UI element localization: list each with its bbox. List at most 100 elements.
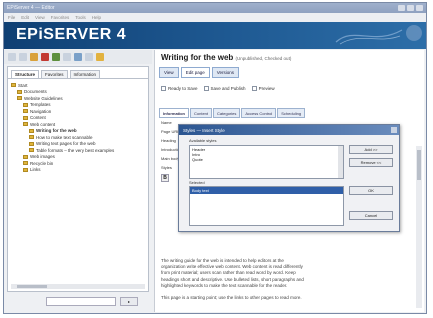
tree-node-label: Recycle bin: [30, 160, 54, 166]
property-tabs: Information Content Categories Access Co…: [159, 108, 306, 118]
selected-styles-label: Selected: [189, 180, 205, 185]
folder-icon: [11, 83, 16, 88]
folder-icon: [17, 89, 22, 94]
folder-icon: [23, 167, 28, 172]
tree-search-input[interactable]: [46, 297, 116, 306]
tab-information[interactable]: Information: [69, 70, 101, 78]
bold-button[interactable]: B: [161, 174, 169, 182]
tab-content[interactable]: Content: [190, 108, 213, 118]
tab-access-control[interactable]: Access Control: [241, 108, 277, 118]
close-icon[interactable]: [416, 5, 423, 11]
move-icon[interactable]: [63, 53, 71, 61]
tree-node-label: Content: [30, 115, 46, 121]
ready-to-save-checkbox[interactable]: Ready to Save: [161, 86, 198, 92]
tree-horizontal-scrollbar[interactable]: [11, 284, 145, 289]
styles-dialog: Styles — Insert Style Available styles H…: [178, 124, 400, 232]
new-page-icon[interactable]: [30, 53, 38, 61]
minimize-icon[interactable]: [398, 5, 405, 11]
tab-view[interactable]: View: [159, 67, 179, 78]
add-style-button[interactable]: Add >>: [349, 145, 393, 154]
tree-node-label: Web images: [30, 154, 55, 160]
browser-window: EPiServer 4 — Editor File Edit View Favo…: [3, 2, 427, 314]
list-scrollbar[interactable]: [338, 146, 343, 178]
folder-icon: [23, 122, 28, 127]
tab-information[interactable]: Information: [159, 108, 189, 118]
folder-icon: [29, 128, 34, 133]
menu-tools[interactable]: Tools: [75, 15, 86, 20]
tree-node-label: Navigation: [30, 108, 52, 114]
list-item[interactable]: Body text: [190, 187, 343, 194]
tree-node-label: Website Guidelines: [24, 95, 63, 101]
selected-styles-list[interactable]: Body text: [189, 186, 344, 226]
window-titlebar: EPiServer 4 — Editor: [4, 3, 426, 13]
tab-edit-page[interactable]: Edit page: [180, 67, 210, 78]
folder-icon: [23, 154, 28, 159]
page-tree: Start Documents Website Guidelines Template…: [8, 78, 148, 176]
tab-favorites[interactable]: Favorites: [41, 70, 68, 78]
page-tree-panel: Structure Favorites Information Start Doc…: [7, 66, 149, 292]
main-tabs: View Edit page Versions: [159, 67, 239, 78]
forward-icon[interactable]: [19, 53, 27, 61]
menu-file[interactable]: File: [8, 15, 15, 20]
banner-swirl-decoration: [335, 29, 403, 45]
header-banner: EPiSERVER 4: [4, 22, 426, 49]
tab-structure[interactable]: Structure: [11, 70, 40, 78]
copy-icon[interactable]: [52, 53, 60, 61]
window-controls: [398, 5, 426, 11]
folder-icon: [23, 102, 28, 107]
available-styles-label: Available styles: [189, 138, 217, 143]
save-and-publish-checkbox[interactable]: Save and Publish: [203, 86, 246, 92]
back-icon[interactable]: [8, 53, 16, 61]
delete-icon[interactable]: [41, 53, 49, 61]
window-title: EPiServer 4 — Editor: [7, 5, 55, 11]
tab-versions[interactable]: Versions: [211, 67, 239, 78]
menu-edit[interactable]: Edit: [21, 15, 29, 20]
cancel-button[interactable]: Cancel: [349, 211, 393, 220]
tree-toolbar: [4, 50, 152, 64]
preview-checkbox[interactable]: Preview: [251, 86, 275, 92]
publish-options: Ready to Save Save and Publish Preview: [161, 86, 275, 92]
search-icon[interactable]: [85, 53, 93, 61]
dialog-close-icon[interactable]: [391, 127, 397, 133]
tab-scheduling[interactable]: Scheduling: [277, 108, 306, 118]
folder-icon: [23, 109, 28, 114]
menu-favorites[interactable]: Favorites: [51, 15, 70, 20]
tree-node-label: Links: [30, 167, 41, 173]
tree-node-label: Templates: [30, 102, 51, 108]
brand-logo: EPiSERVER 4: [16, 26, 127, 43]
tree-node-label: Web content: [30, 121, 56, 127]
menu-view[interactable]: View: [35, 15, 45, 20]
page-title-text: Writing for the web: [161, 53, 234, 62]
tree-node-label: Writing for the web: [36, 128, 77, 134]
maximize-icon[interactable]: [407, 5, 414, 11]
page-status: (Unpublished, Checked out): [235, 56, 292, 61]
folder-icon: [23, 115, 28, 120]
help-icon[interactable]: [96, 53, 104, 61]
list-item[interactable]: Quote: [192, 157, 341, 162]
page-title: Writing for the web (Unpublished, Checke…: [161, 53, 291, 62]
ok-button[interactable]: OK: [349, 186, 393, 195]
available-styles-list[interactable]: Header Intro Quote: [189, 145, 344, 179]
body-text-line: This page is a starting point; use the l…: [161, 295, 302, 301]
dialog-titlebar: Styles — Insert Style: [179, 125, 399, 135]
tree-node-label: Documents: [24, 89, 47, 95]
tree-node-label: Start: [18, 82, 28, 88]
folder-icon: [29, 148, 34, 153]
remove-style-button[interactable]: Remove <<: [349, 158, 393, 167]
main-body-editor[interactable]: The writing guide for the web is intende…: [161, 258, 401, 310]
tab-categories[interactable]: Categories: [213, 108, 241, 118]
folder-icon: [29, 135, 34, 140]
tree-node-label: Table formats – the very best examples: [36, 147, 115, 153]
dialog-title: Styles — Insert Style: [183, 127, 225, 133]
edit-area-scrollbar[interactable]: [416, 146, 422, 308]
refresh-icon[interactable]: [74, 53, 82, 61]
tree-node-label: How to make text scannable: [36, 134, 93, 140]
folder-icon: [17, 96, 22, 101]
globe-icon: [406, 25, 422, 41]
tree-node-label: Writing text pages for the web: [36, 141, 96, 147]
menu-help[interactable]: Help: [92, 15, 101, 20]
tree-search-button[interactable]: ▸: [120, 297, 138, 306]
tree-node[interactable]: Links: [11, 167, 145, 174]
folder-icon: [23, 161, 28, 166]
menu-bar: File Edit View Favorites Tools Help: [4, 13, 426, 22]
